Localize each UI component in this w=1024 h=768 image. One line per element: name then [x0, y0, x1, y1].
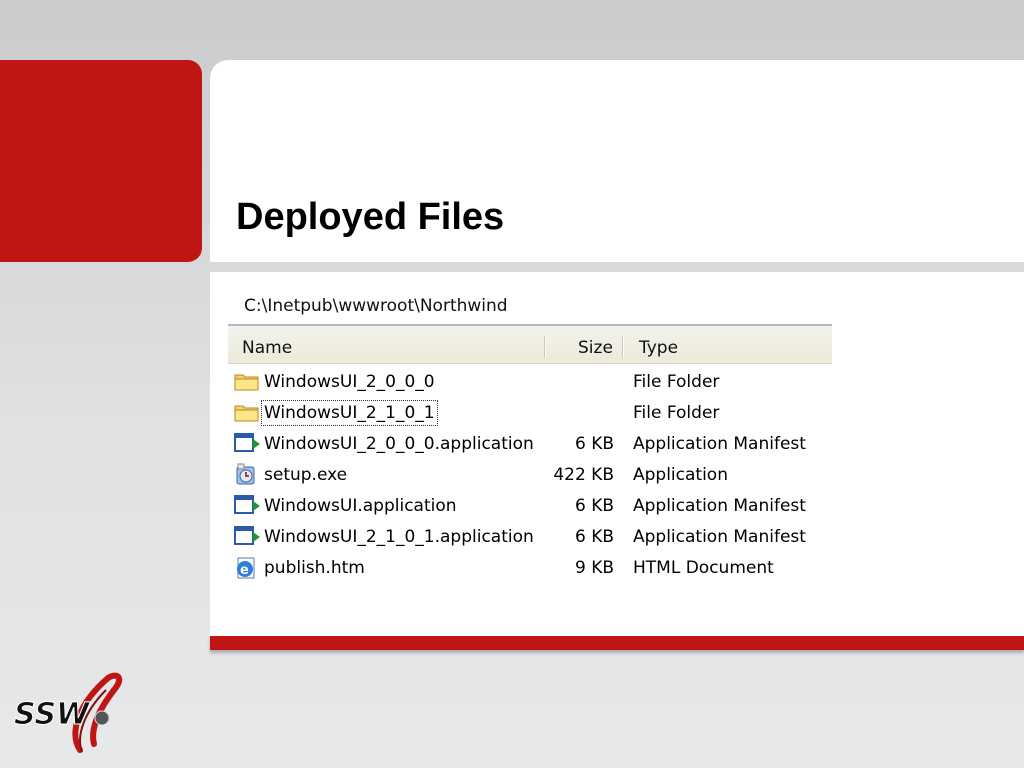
- column-header-row: Name Size Type: [228, 324, 832, 364]
- file-row[interactable]: WindowsUI_2_0_0_0.application 6 KB Applica…: [228, 430, 832, 458]
- file-name[interactable]: WindowsUI.application: [264, 496, 457, 516]
- application-manifest-icon: [234, 525, 260, 549]
- folder-path: C:\Inetpub\wwwroot\Northwind: [244, 296, 508, 316]
- column-divider[interactable]: [622, 336, 624, 358]
- file-size: 6 KB: [574, 496, 614, 516]
- html-document-icon: e: [234, 556, 260, 580]
- file-type: File Folder: [633, 372, 720, 392]
- file-name[interactable]: publish.htm: [264, 558, 365, 578]
- red-accent-tab: [0, 60, 202, 262]
- file-size: 9 KB: [574, 558, 614, 578]
- file-name[interactable]: WindowsUI_2_0_0_0.application: [264, 434, 534, 454]
- file-name[interactable]: setup.exe: [264, 465, 347, 485]
- file-name[interactable]: WindowsUI_2_1_0_1.application: [264, 527, 534, 547]
- file-type: HTML Document: [633, 558, 774, 578]
- application-manifest-icon: [234, 432, 260, 456]
- file-name[interactable]: WindowsUI_2_0_0_0: [264, 372, 435, 392]
- slide-title: Deployed Files: [236, 196, 505, 238]
- setup-exe-icon: [234, 463, 260, 487]
- column-header-type[interactable]: Type: [639, 338, 678, 358]
- column-divider[interactable]: [544, 336, 546, 358]
- file-row[interactable]: WindowsUI_2_1_0_1 File Folder: [228, 399, 832, 427]
- file-type: Application Manifest: [633, 434, 806, 454]
- folder-icon: [234, 401, 260, 425]
- folder-icon: [234, 370, 260, 394]
- application-manifest-icon: [234, 494, 260, 518]
- file-row[interactable]: WindowsUI_2_1_0_1.application 6 KB Applica…: [228, 523, 832, 551]
- column-header-size[interactable]: Size: [578, 338, 613, 358]
- title-panel: Deployed Files: [210, 60, 1024, 262]
- file-type: File Folder: [633, 403, 720, 423]
- file-list: Name Size Type WindowsUI_2_0_0_0 File Fol…: [228, 324, 832, 604]
- content-panel: C:\Inetpub\wwwroot\Northwind Name Size T…: [210, 272, 1024, 636]
- file-type: Application Manifest: [633, 527, 806, 547]
- file-row[interactable]: e publish.htm 9 KB HTML Document: [228, 554, 832, 582]
- ssw-logo-text: SSW: [14, 697, 91, 732]
- file-row[interactable]: setup.exe 422 KB Application: [228, 461, 832, 489]
- file-size: 6 KB: [574, 434, 614, 454]
- file-row[interactable]: WindowsUI.application 6 KB Application Man…: [228, 492, 832, 520]
- file-name[interactable]: WindowsUI_2_1_0_1: [261, 400, 438, 426]
- file-size: 6 KB: [574, 527, 614, 547]
- file-size: 422 KB: [553, 465, 614, 485]
- ssw-logo: SSW: [14, 672, 123, 753]
- file-type: Application: [633, 465, 728, 485]
- file-row[interactable]: WindowsUI_2_0_0_0 File Folder: [228, 368, 832, 396]
- svg-text:e: e: [240, 563, 249, 578]
- bottom-accent-bar: [210, 636, 1024, 650]
- file-type: Application Manifest: [633, 496, 806, 516]
- column-header-name[interactable]: Name: [242, 338, 292, 358]
